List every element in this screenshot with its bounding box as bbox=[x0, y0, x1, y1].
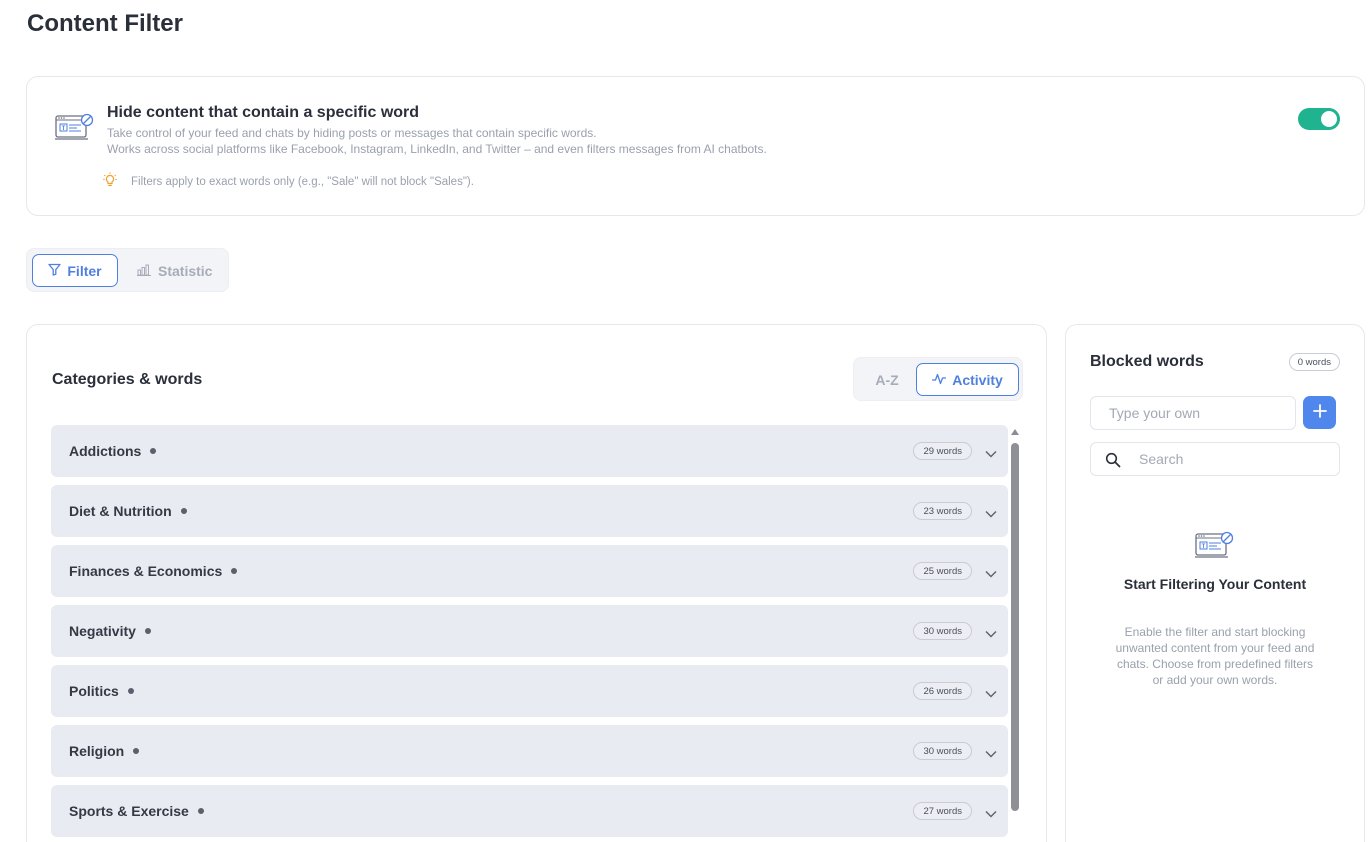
categories-panel: Categories & words A-Z Activity Addictio… bbox=[26, 324, 1047, 842]
word-count-badge: 30 words bbox=[913, 622, 972, 640]
filter-icon bbox=[48, 263, 62, 279]
chevron-down-icon[interactable] bbox=[985, 445, 997, 463]
tab-filter-label: Filter bbox=[67, 262, 102, 279]
blocked-words-count-badge: 0 words bbox=[1288, 353, 1340, 371]
hero-card: T Hide content that contain a specific w… bbox=[26, 76, 1365, 216]
status-dot bbox=[180, 508, 187, 514]
page-title: Content Filter bbox=[27, 10, 183, 37]
sort-toggle: A-Z Activity bbox=[853, 357, 1023, 401]
add-word-button[interactable] bbox=[1303, 396, 1336, 429]
toggle-knob bbox=[1321, 111, 1337, 127]
category-row-politics[interactable]: Politics 26 words bbox=[51, 665, 1008, 717]
status-dot bbox=[150, 448, 157, 454]
blocked-words-panel: Blocked words 0 words T Start Filtering … bbox=[1065, 324, 1365, 842]
hero-description-line-2: Works across social platforms like Faceb… bbox=[107, 142, 767, 156]
chevron-down-icon[interactable] bbox=[985, 565, 997, 583]
scrollbar-thumb[interactable] bbox=[1011, 443, 1019, 811]
category-name: Addictions bbox=[69, 443, 142, 459]
category-list: Addictions 29 words Diet & Nutrition 23 … bbox=[51, 425, 1008, 842]
category-name: Finances & Economics bbox=[69, 563, 223, 579]
category-name: Negativity bbox=[69, 623, 136, 639]
word-count-badge: 26 words bbox=[913, 682, 972, 700]
custom-word-input[interactable] bbox=[1090, 396, 1296, 430]
category-row-diet-nutrition[interactable]: Diet & Nutrition 23 words bbox=[51, 485, 1008, 537]
sort-az-button[interactable]: A-Z bbox=[862, 363, 912, 396]
content-filter-icon: T bbox=[55, 113, 95, 146]
status-dot bbox=[127, 688, 134, 694]
status-dot bbox=[133, 748, 140, 754]
hero-description-line-1: Take control of your feed and chats by h… bbox=[107, 126, 597, 140]
category-row-addictions[interactable]: Addictions 29 words bbox=[51, 425, 1008, 477]
view-tabs: Filter Statistic bbox=[26, 248, 229, 292]
plus-icon bbox=[1312, 404, 1327, 421]
chevron-down-icon[interactable] bbox=[985, 805, 997, 823]
category-row-negativity[interactable]: Negativity 30 words bbox=[51, 605, 1008, 657]
sort-activity-button[interactable]: Activity bbox=[916, 363, 1019, 396]
content-filter-icon: T bbox=[1195, 531, 1235, 564]
search-icon bbox=[1105, 452, 1121, 473]
word-count-badge: 27 words bbox=[913, 802, 972, 820]
bar-chart-icon bbox=[137, 263, 152, 279]
activity-icon bbox=[932, 372, 947, 388]
empty-state-title: Start Filtering Your Content bbox=[1123, 576, 1307, 592]
category-name: Religion bbox=[69, 743, 125, 759]
empty-state-description: Enable the filter and start blocking unw… bbox=[1115, 625, 1315, 687]
lightbulb-icon bbox=[103, 172, 117, 191]
svg-text:T: T bbox=[62, 126, 66, 132]
status-dot bbox=[144, 628, 151, 634]
tip-text: Filters apply to exact words only (e.g.,… bbox=[131, 175, 474, 188]
content-filter-toggle[interactable] bbox=[1298, 108, 1340, 130]
chevron-down-icon[interactable] bbox=[985, 745, 997, 763]
tip-note: Filters apply to exact words only (e.g.,… bbox=[103, 172, 474, 191]
category-name: Sports & Exercise bbox=[69, 803, 189, 819]
category-name: Politics bbox=[69, 683, 119, 699]
category-row-religion[interactable]: Religion 30 words bbox=[51, 725, 1008, 777]
search-input[interactable] bbox=[1139, 443, 1334, 475]
hero-title: Hide content that contain a specific wor… bbox=[107, 104, 420, 121]
scrollbar-up-arrow[interactable] bbox=[1011, 429, 1019, 435]
word-count-badge: 23 words bbox=[913, 502, 972, 520]
category-name: Diet & Nutrition bbox=[69, 503, 172, 519]
chevron-down-icon[interactable] bbox=[985, 685, 997, 703]
status-dot bbox=[197, 808, 204, 814]
word-count-badge: 29 words bbox=[913, 442, 972, 460]
hero-description: Take control of your feed and chats by h… bbox=[107, 125, 767, 157]
tab-statistic-label: Statistic bbox=[158, 262, 213, 279]
category-row-finances-economics[interactable]: Finances & Economics 25 words bbox=[51, 545, 1008, 597]
svg-text:T: T bbox=[1202, 544, 1206, 550]
chevron-down-icon[interactable] bbox=[985, 505, 997, 523]
word-count-badge: 30 words bbox=[913, 742, 972, 760]
chevron-down-icon[interactable] bbox=[985, 625, 997, 643]
sort-activity-label: Activity bbox=[952, 371, 1003, 388]
categories-title: Categories & words bbox=[52, 371, 203, 388]
word-count-badge: 25 words bbox=[913, 562, 972, 580]
category-row-sports-exercise[interactable]: Sports & Exercise 27 words bbox=[51, 785, 1008, 837]
search-box bbox=[1090, 442, 1340, 476]
tab-filter[interactable]: Filter bbox=[32, 254, 118, 287]
status-dot bbox=[231, 568, 238, 574]
tab-statistic[interactable]: Statistic bbox=[123, 254, 226, 287]
blocked-words-title: Blocked words bbox=[1090, 353, 1204, 370]
